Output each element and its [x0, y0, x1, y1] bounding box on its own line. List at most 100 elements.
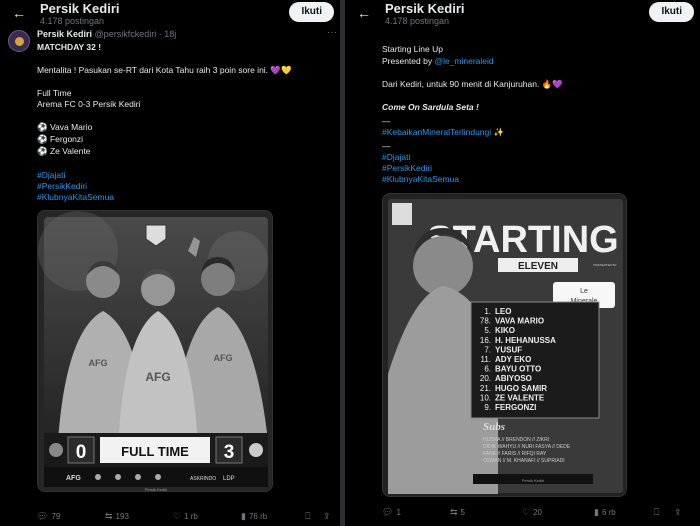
reply-button[interactable]: 💬︎ 1 [382, 507, 401, 518]
scorer-name: Ze Valente [49, 146, 91, 156]
post-heading: MATCHDAY 32 ! [37, 42, 102, 52]
eleven-label: ELEVEN [518, 261, 558, 272]
more-options-icon[interactable]: ··· [327, 27, 337, 38]
left-post-pane: ← Persik Kediri 4.178 postingan Ikuti Pe… [0, 0, 340, 526]
back-arrow-icon[interactable]: ← [12, 5, 26, 21]
subs-line: DIDIK WAHYU // NURI FASYA // DEDE [483, 444, 571, 450]
scorer-line: ⚽ Ze Valente [37, 146, 90, 157]
divider-dash: — [382, 141, 391, 151]
profile-title: Persik Kediri [40, 1, 120, 16]
post-author: Persik Kediri @persikfckediri · 18j ··· [37, 27, 337, 39]
player-name: ABIYOSO [495, 374, 532, 383]
reply-button[interactable]: 💬︎ 79 [37, 511, 60, 522]
home-score: 0 [76, 442, 87, 463]
author-handle[interactable]: @persikfckediri · 18j [95, 29, 177, 39]
player-name: ADY EKO [495, 355, 531, 364]
scorer-line: ⚽ Fergonzi [37, 134, 83, 145]
starting-eleven-graphic: STARTING ELEVEN PRESENTED BY Le Minerale… [383, 194, 626, 496]
player-number: 21. [480, 384, 491, 393]
share-button[interactable]: ⇪ [323, 511, 334, 522]
repost-button[interactable]: ⇆ 5 [450, 507, 465, 518]
views-button[interactable]: ▮ 76 rb [241, 511, 267, 522]
scorer-line: ⚽ Vava Mario [37, 122, 92, 133]
like-button[interactable]: ♡ 1 rb [173, 511, 198, 522]
post-count: 4.178 postingan [40, 16, 105, 26]
hashtag-link[interactable]: #KebaikanMineralTerlindungi ✨ [382, 127, 504, 138]
share-icon: ⇪ [323, 511, 331, 521]
player-name: HUGO SAMIR [495, 384, 547, 393]
subs-line: FANE // FARIS // RIFQI RAY [483, 451, 547, 457]
subs-title: Subs [483, 421, 505, 433]
header-bar: ← Persik Kediri 4.178 postingan Ikuti [0, 0, 340, 30]
follow-button[interactable]: Ikuti [289, 2, 334, 22]
player-name: H. HEHANUSSA [495, 336, 556, 345]
subs-line: HUSNA // BRENDON // ZIKRI [483, 437, 549, 443]
player-number: 5. [484, 326, 491, 335]
player-number: 6. [484, 365, 491, 374]
share-button[interactable]: ⇪ [674, 507, 685, 518]
brand-logo-text: Le [580, 288, 588, 295]
hashtag-link[interactable]: #Djajati [382, 152, 410, 163]
mention-link[interactable]: @le_mineraleid [434, 56, 493, 66]
bookmark-button[interactable]: ⎕ [305, 511, 313, 522]
player-name: BAYU OTTO [495, 365, 541, 374]
presented-by-text: Presented by [382, 56, 435, 66]
post-text: Come On Sardula Seta ! [382, 102, 479, 112]
views-icon: ▮ [241, 511, 246, 521]
avatar[interactable] [8, 30, 30, 52]
football-icon: ⚽ [37, 146, 48, 156]
sponsor-logo: AFG [66, 475, 81, 482]
player-name: FERGONZI [495, 403, 536, 412]
heart-icon: ♡ [522, 507, 531, 517]
shirt-sponsor-text: AFG [214, 353, 233, 363]
subs-line: OSMAN // M. KHANAFI // SUPRIADI [483, 458, 565, 464]
reply-icon: 💬︎ [382, 507, 394, 517]
player-number: 78. [480, 317, 491, 326]
player-number: 9. [484, 403, 491, 412]
post-text: Mentalita ! Pasukan se-RT dari Kota Tahu… [37, 65, 292, 75]
right-post-pane: ← Persik Kediri 4.178 postingan Ikuti St… [345, 0, 700, 526]
repost-count: 193 [115, 512, 129, 521]
hashtag-link[interactable]: #Djajati [37, 170, 65, 181]
follow-button[interactable]: Ikuti [649, 2, 694, 22]
heart-icon: ♡ [173, 511, 182, 521]
image-footer-handle: Persik Kediri [522, 478, 545, 483]
reply-count: 1 [396, 508, 401, 517]
repost-button[interactable]: ⇆ 193 [105, 511, 129, 522]
scorer-name: Fergonzi [49, 134, 84, 144]
football-icon: ⚽ [37, 134, 48, 144]
hashtag-link[interactable]: #PersikKediri [37, 181, 87, 192]
player-number: 7. [484, 345, 491, 354]
football-icon: ⚽ [37, 122, 48, 132]
hashtag-link[interactable]: #KlubnyaKitaSemua [382, 174, 459, 185]
views-button[interactable]: ▮ 6 rb [594, 507, 616, 518]
header-bar: ← Persik Kediri 4.178 postingan Ikuti [345, 0, 700, 30]
player-number: 1. [484, 307, 491, 316]
post-image-full-time[interactable]: AFG AFG AFG 0 FULL TIME 3 AFG ASKRINDO L… [37, 210, 273, 492]
player-number: 11. [480, 355, 491, 364]
post-image-starting-eleven[interactable]: STARTING ELEVEN PRESENTED BY Le Minerale… [382, 193, 627, 497]
player-name: VAVA MARIO [495, 317, 544, 326]
profile-title: Persik Kediri [385, 1, 465, 16]
views-count: 6 rb [601, 508, 616, 517]
like-count: 20 [533, 508, 542, 517]
post-text: Full Time [37, 88, 72, 98]
hashtag-link[interactable]: #PersikKediri [382, 163, 432, 174]
sponsor-logo: ASKRINDO [190, 476, 216, 482]
scorer-name: Vava Mario [49, 122, 93, 132]
like-button[interactable]: ♡ 20 [522, 507, 542, 518]
post-text: Starting Line Up [382, 44, 443, 54]
repost-icon: ⇆ [105, 511, 113, 521]
share-icon: ⇪ [674, 507, 682, 517]
views-icon: ▮ [594, 507, 599, 517]
bookmark-icon: ⎕ [654, 507, 660, 517]
reply-count: 79 [51, 512, 61, 521]
back-arrow-icon[interactable]: ← [357, 5, 371, 21]
presented-by-label: PRESENTED BY [593, 263, 616, 267]
bookmark-button[interactable]: ⎕ [654, 507, 662, 518]
hashtag-link[interactable]: #KlubnyaKitaSemua [37, 192, 114, 203]
views-count: 76 rb [248, 512, 268, 521]
player-number: 16. [480, 336, 491, 345]
author-name[interactable]: Persik Kediri [37, 29, 92, 39]
bookmark-icon: ⎕ [305, 511, 311, 521]
